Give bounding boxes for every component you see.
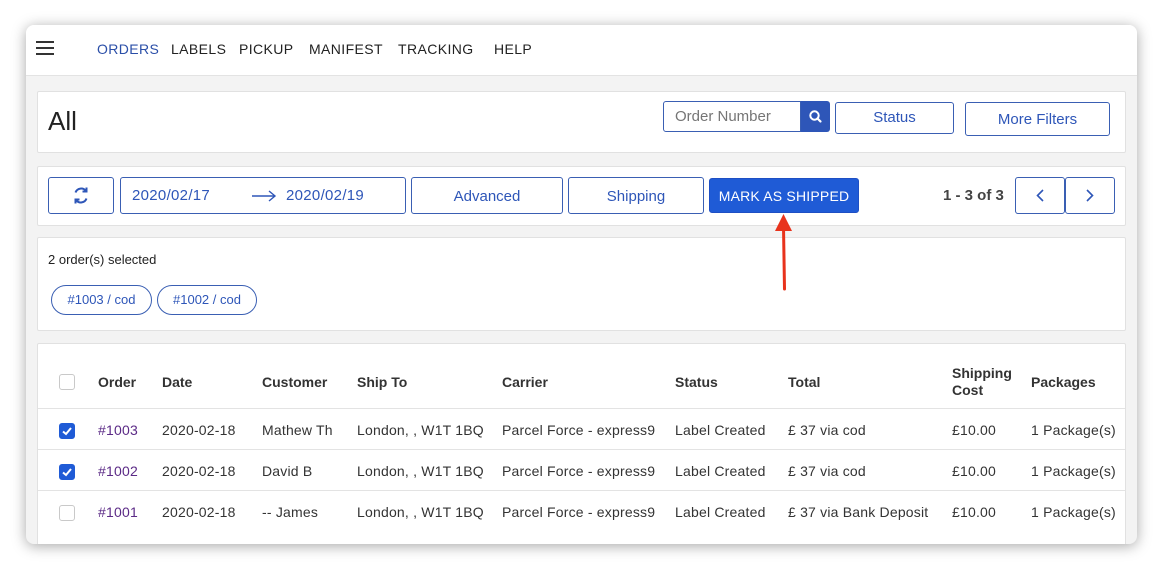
- row-checkbox[interactable]: [59, 505, 75, 521]
- table-row[interactable]: #1002 2020-02-18 David B London, , W1T 1…: [38, 449, 1125, 491]
- order-total: £ 37 via cod: [788, 422, 866, 438]
- hamburger-icon[interactable]: [36, 41, 54, 55]
- more-filters-button[interactable]: More Filters: [965, 102, 1110, 136]
- next-page-button[interactable]: [1065, 177, 1115, 214]
- check-icon: [62, 427, 72, 436]
- ship-to: London, , W1T 1BQ: [357, 463, 484, 479]
- order-total: £ 37 via Bank Deposit: [788, 504, 929, 520]
- customer-name: David B: [262, 463, 313, 479]
- shipping-button[interactable]: Shipping: [568, 177, 704, 214]
- ship-to: London, , W1T 1BQ: [357, 422, 484, 438]
- pagination-text: 1 - 3 of 3: [943, 187, 1004, 204]
- status-filter-button[interactable]: Status: [835, 102, 954, 134]
- date-range-picker[interactable]: 2020/02/17 2020/02/19: [120, 177, 406, 214]
- refresh-button[interactable]: [48, 177, 114, 214]
- prev-page-button[interactable]: [1015, 177, 1065, 214]
- customer-name: -- James: [262, 504, 319, 520]
- column-header-shipping-cost[interactable]: Shipping Cost: [952, 365, 1012, 399]
- nav-pickup[interactable]: PICKUP: [239, 41, 294, 57]
- search-button[interactable]: [801, 101, 830, 132]
- column-header-date[interactable]: Date: [162, 374, 192, 390]
- carrier: Parcel Force - express9: [502, 463, 656, 479]
- column-header-customer[interactable]: Customer: [262, 374, 327, 390]
- top-nav: ORDERS LABELS PICKUP MANIFEST TRACKING H…: [26, 25, 1137, 76]
- date-to: 2020/02/19: [286, 187, 365, 204]
- advanced-button[interactable]: Advanced: [411, 177, 563, 214]
- order-status: Label Created: [675, 422, 766, 438]
- shipping-cost: £10.00: [952, 463, 997, 479]
- nav-tracking[interactable]: TRACKING: [398, 41, 474, 57]
- header-card: All Status More Filters: [37, 91, 1126, 153]
- ship-to: London, , W1T 1BQ: [357, 504, 484, 520]
- order-status: Label Created: [675, 504, 766, 520]
- selection-card: 2 order(s) selected #1003 / cod #1002 / …: [37, 237, 1126, 331]
- order-date: 2020-02-18: [162, 422, 236, 438]
- selected-count: 2 order(s) selected: [48, 252, 157, 267]
- order-date: 2020-02-18: [162, 463, 236, 479]
- row-checkbox[interactable]: [59, 464, 75, 480]
- mark-as-shipped-button[interactable]: MARK AS SHIPPED: [709, 178, 859, 213]
- order-link[interactable]: #1003: [98, 422, 138, 438]
- annotation-arrow: [775, 214, 792, 291]
- table-row[interactable]: #1003 2020-02-18 Mathew Th London, , W1T…: [38, 408, 1125, 450]
- arrow-right-icon: [252, 190, 277, 202]
- nav-labels[interactable]: LABELS: [171, 41, 226, 57]
- search-icon: [809, 110, 822, 123]
- check-icon: [62, 468, 72, 477]
- order-status: Label Created: [675, 463, 766, 479]
- order-link[interactable]: #1002: [98, 463, 138, 479]
- column-header-total[interactable]: Total: [788, 374, 820, 390]
- row-checkbox[interactable]: [59, 423, 75, 439]
- column-header-packages[interactable]: Packages: [1031, 374, 1096, 390]
- nav-manifest[interactable]: MANIFEST: [309, 41, 383, 57]
- column-header-order[interactable]: Order: [98, 374, 136, 390]
- chevron-right-icon: [1086, 189, 1094, 202]
- carrier: Parcel Force - express9: [502, 422, 656, 438]
- chevron-left-icon: [1036, 189, 1044, 202]
- column-header-carrier[interactable]: Carrier: [502, 374, 548, 390]
- shipping-cost: £10.00: [952, 504, 997, 520]
- nav-orders[interactable]: ORDERS: [97, 41, 159, 57]
- carrier: Parcel Force - express9: [502, 504, 656, 520]
- orders-table: Order Date Customer Ship To Carrier Stat…: [37, 343, 1126, 544]
- shipping-cost-line-2: Cost: [952, 382, 984, 398]
- shipping-cost: £10.00: [952, 422, 997, 438]
- selected-chip[interactable]: #1002 / cod: [157, 285, 257, 315]
- packages: 1 Package(s): [1031, 504, 1116, 520]
- table-row[interactable]: #1001 2020-02-18 -- James London, , W1T …: [38, 490, 1125, 532]
- order-number-search-input[interactable]: [663, 101, 801, 132]
- column-header-ship-to[interactable]: Ship To: [357, 374, 407, 390]
- customer-name: Mathew Th: [262, 422, 333, 438]
- select-all-checkbox[interactable]: [59, 374, 75, 390]
- page-title: All: [48, 106, 77, 136]
- order-total: £ 37 via cod: [788, 463, 866, 479]
- order-link[interactable]: #1001: [98, 504, 138, 520]
- nav-help[interactable]: HELP: [494, 41, 532, 57]
- shipping-cost-line-1: Shipping: [952, 365, 1012, 381]
- packages: 1 Package(s): [1031, 463, 1116, 479]
- packages: 1 Package(s): [1031, 422, 1116, 438]
- date-from: 2020/02/17: [132, 187, 211, 204]
- app-window: ORDERS LABELS PICKUP MANIFEST TRACKING H…: [26, 25, 1137, 544]
- order-date: 2020-02-18: [162, 504, 236, 520]
- toolbar-card: 2020/02/17 2020/02/19 Advanced Shipping …: [37, 166, 1126, 226]
- selected-chip[interactable]: #1003 / cod: [51, 285, 152, 315]
- column-header-status[interactable]: Status: [675, 374, 718, 390]
- refresh-icon: [74, 187, 88, 204]
